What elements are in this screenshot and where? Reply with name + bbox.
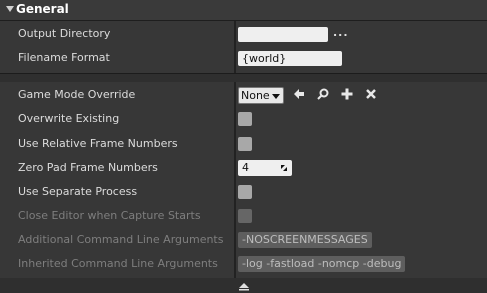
- resize-grip-icon[interactable]: [280, 164, 288, 172]
- additional-args-field: -NOSCREENMESSAGES: [238, 232, 372, 248]
- row-close-editor-when-capture-starts: Close Editor when Capture Starts: [0, 204, 487, 228]
- arrow-left-icon[interactable]: [292, 87, 306, 101]
- zero-pad-frame-numbers-label: Zero Pad Frame Numbers: [18, 161, 158, 174]
- triangle-down-icon[interactable]: [6, 6, 14, 12]
- output-directory-field[interactable]: [238, 27, 328, 42]
- additional-args-label: Additional Command Line Arguments: [18, 233, 224, 246]
- inherited-args-label: Inherited Command Line Arguments: [18, 257, 218, 270]
- use-relative-frame-numbers-checkbox[interactable]: [238, 137, 252, 151]
- game-mode-override-label: Game Mode Override: [18, 88, 136, 101]
- x-icon[interactable]: [364, 87, 378, 101]
- use-separate-process-checkbox[interactable]: [238, 185, 252, 199]
- row-game-mode-override: Game Mode Override None: [0, 83, 487, 107]
- row-output-directory: Output Directory ...: [0, 22, 487, 46]
- row-filename-format: Filename Format {world}: [0, 46, 487, 70]
- overwrite-existing-checkbox[interactable]: [238, 112, 252, 126]
- close-editor-checkbox: [238, 209, 252, 223]
- output-directory-label: Output Directory: [18, 27, 111, 40]
- inherited-args-field: -log -fastload -nomcp -debug: [238, 256, 406, 272]
- row-use-relative-frame-numbers: Use Relative Frame Numbers: [0, 132, 487, 156]
- row-inherited-command-line-arguments: Inherited Command Line Arguments -log -f…: [0, 252, 487, 276]
- row-overwrite-existing: Overwrite Existing: [0, 107, 487, 131]
- output-group: Output Directory ... Filename Format {wo…: [0, 21, 487, 74]
- filename-format-label: Filename Format: [18, 51, 110, 64]
- overwrite-existing-label: Overwrite Existing: [18, 112, 120, 125]
- plus-icon[interactable]: [340, 87, 354, 101]
- row-zero-pad-frame-numbers: Zero Pad Frame Numbers 4: [0, 156, 487, 180]
- zero-pad-value: 4: [242, 161, 249, 174]
- use-relative-frame-numbers-label: Use Relative Frame Numbers: [18, 137, 178, 150]
- game-mode-dropdown[interactable]: None: [238, 87, 284, 104]
- zero-pad-spinbox[interactable]: 4: [238, 160, 292, 176]
- filename-format-field[interactable]: {world}: [238, 51, 342, 66]
- section-title: General: [16, 2, 69, 16]
- magnifier-icon[interactable]: [316, 87, 330, 101]
- browse-directory-button[interactable]: ...: [333, 26, 349, 39]
- advanced-toggle-bar[interactable]: [0, 280, 487, 293]
- chevron-down-icon: [272, 94, 280, 99]
- section-header-general[interactable]: General: [0, 0, 487, 21]
- settings-group: Game Mode Override None Overwrite Existi…: [0, 82, 487, 278]
- row-use-separate-process: Use Separate Process: [0, 180, 487, 204]
- game-mode-value: None: [241, 89, 270, 102]
- row-additional-command-line-arguments: Additional Command Line Arguments -NOSCR…: [0, 228, 487, 252]
- chevron-up-icon[interactable]: [238, 282, 250, 291]
- use-separate-process-label: Use Separate Process: [18, 185, 138, 198]
- close-editor-label: Close Editor when Capture Starts: [18, 209, 201, 222]
